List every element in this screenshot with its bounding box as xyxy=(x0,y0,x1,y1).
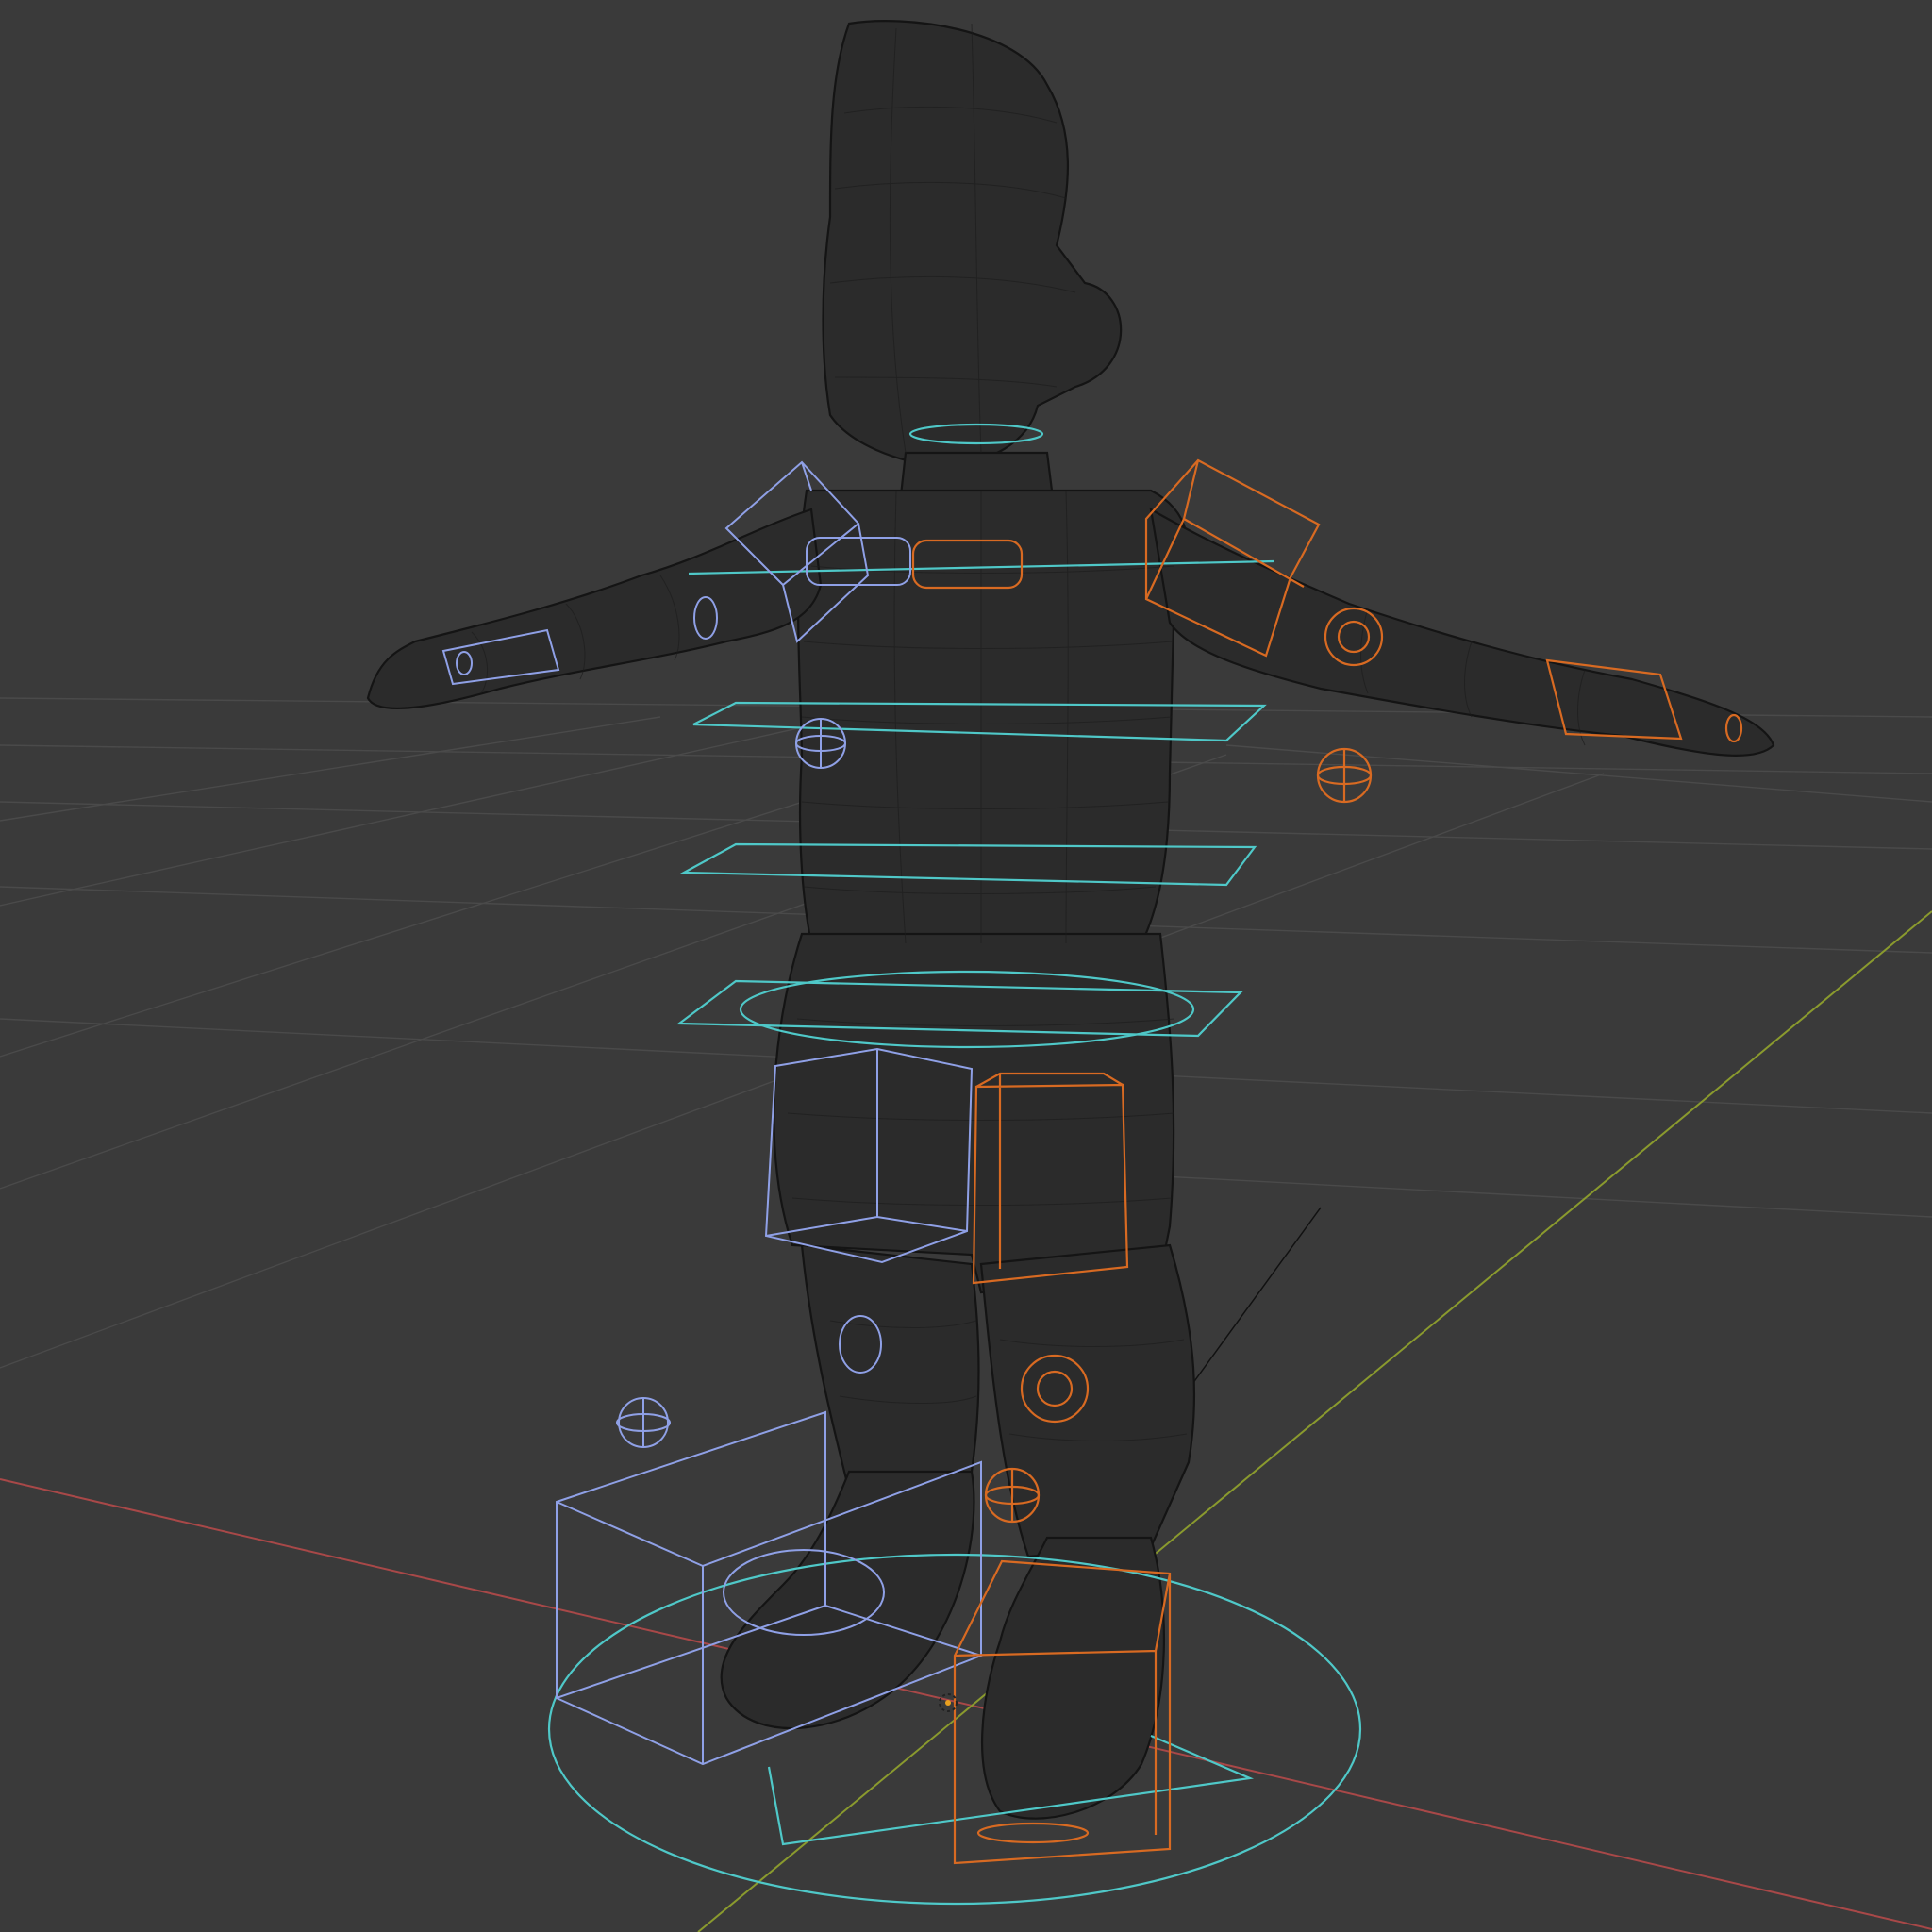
viewport-canvas[interactable] xyxy=(0,0,1932,1932)
left-leg-mesh xyxy=(800,1243,980,1492)
right-foot-mesh xyxy=(981,1536,1166,1820)
neck-mesh xyxy=(899,451,1054,497)
right-arm-mesh xyxy=(1149,507,1775,757)
torso-mesh xyxy=(796,489,1189,945)
right-ik-sphere-icon[interactable] xyxy=(1316,747,1373,804)
left-pole-sphere-icon[interactable] xyxy=(616,1397,671,1448)
left-foot-mesh xyxy=(720,1470,975,1730)
3d-viewport[interactable] xyxy=(0,0,1932,1932)
character-mesh[interactable] xyxy=(366,20,1775,1820)
right-foot-roll-circle-icon[interactable] xyxy=(976,1822,1090,1844)
head-mesh xyxy=(822,20,1123,469)
left-arm-mesh xyxy=(366,508,823,710)
